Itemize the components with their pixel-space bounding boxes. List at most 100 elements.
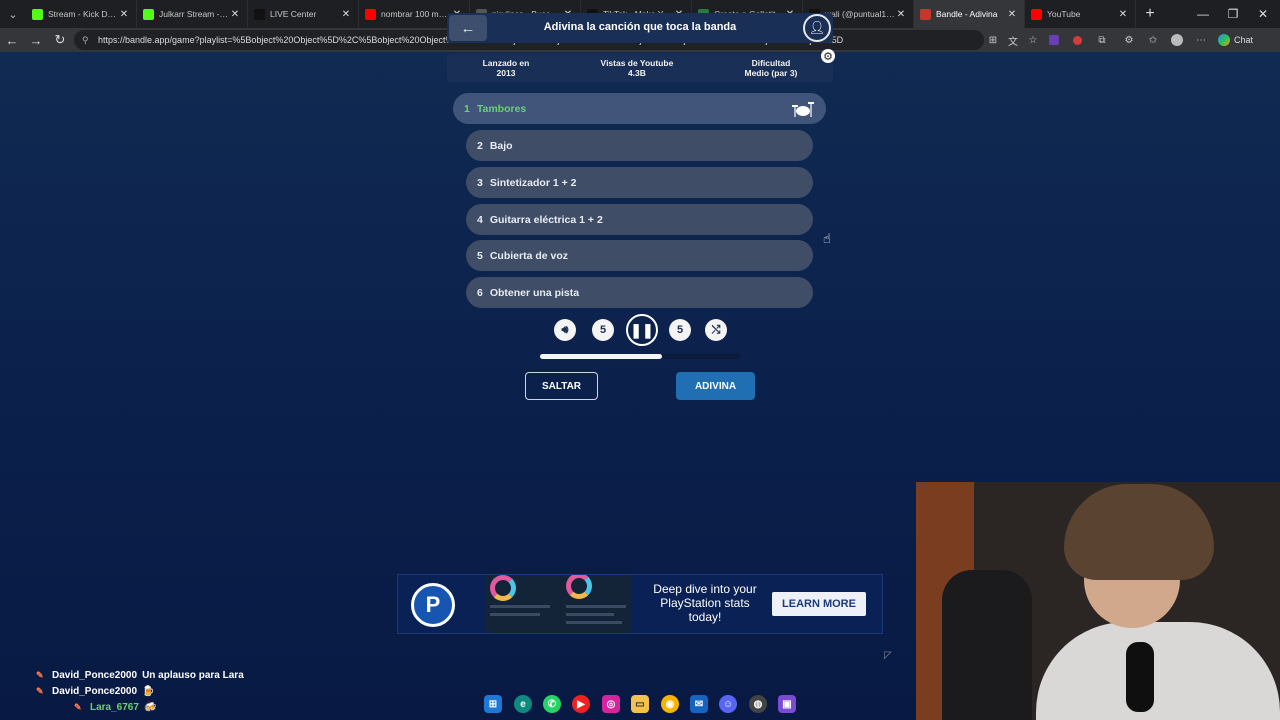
chat-message: ✎ Lara_6767 🍻 bbox=[74, 700, 156, 714]
browser-tab[interactable]: Bandle - Adivina ✕ bbox=[914, 0, 1025, 28]
close-tab-icon[interactable]: ✕ bbox=[895, 9, 907, 20]
track-item-vocal-cover[interactable]: 5 Cubierta de voz bbox=[466, 240, 813, 271]
profile-avatar-icon[interactable] bbox=[1170, 33, 1184, 47]
track-item-synth[interactable]: 3 Sintetizador 1 + 2 bbox=[466, 167, 813, 198]
split-screen-icon[interactable]: ⚙ bbox=[1122, 33, 1136, 47]
bandle-icon bbox=[920, 8, 931, 20]
settings-gear-icon[interactable]: ⚙ bbox=[821, 49, 835, 63]
close-tab-icon[interactable]: ✕ bbox=[118, 9, 130, 20]
youtube-views-info: Vistas de Youtube 4.3B bbox=[601, 58, 674, 78]
skip-button[interactable]: SALTAR bbox=[525, 372, 598, 400]
close-window-icon[interactable]: ✕ bbox=[1248, 0, 1278, 28]
more-options-icon[interactable]: ⋯ bbox=[1194, 33, 1208, 47]
close-tab-icon[interactable]: ✕ bbox=[340, 9, 352, 20]
extension-purple-icon[interactable] bbox=[1047, 33, 1061, 47]
discord-icon[interactable]: ☺ bbox=[719, 695, 737, 713]
forward-5-button[interactable]: 5 bbox=[669, 319, 691, 341]
rewind-5-button[interactable]: 5 bbox=[592, 319, 614, 341]
release-year-info: Lanzado en 2013 bbox=[483, 58, 530, 78]
whatsapp-icon[interactable]: ✆ bbox=[543, 695, 561, 713]
browser-tab[interactable]: YouTube ✕ bbox=[1025, 0, 1136, 28]
browser-tab[interactable]: LIVE Center ✕ bbox=[248, 0, 359, 28]
track-item-drums[interactable]: 1 Tambores bbox=[453, 93, 826, 124]
site-info-icon[interactable]: ⚲ bbox=[82, 35, 92, 46]
back-arrow-button[interactable]: ← bbox=[449, 15, 487, 41]
learn-more-button[interactable]: LEARN MORE bbox=[772, 592, 866, 616]
guess-button[interactable]: ADIVINA bbox=[676, 372, 755, 400]
song-info-bar: Lanzado en 2013 Vistas de Youtube 4.3B D… bbox=[447, 54, 833, 82]
ad-screenshot-image bbox=[486, 575, 632, 633]
close-tab-icon[interactable]: ✕ bbox=[229, 9, 241, 20]
youtube-icon bbox=[365, 8, 376, 20]
media-player-icon[interactable]: ▶ bbox=[572, 695, 590, 713]
difficulty-info: Dificultad Medio (par 3) bbox=[744, 58, 797, 78]
browser-tab-label: Stream - Kick Dashb bbox=[48, 9, 118, 19]
playback-progress-fill bbox=[540, 354, 662, 359]
install-app-icon[interactable]: ⊞ bbox=[986, 33, 1000, 47]
track-number: 6 bbox=[477, 286, 483, 299]
reload-icon[interactable]: ↻ bbox=[48, 28, 72, 52]
youtube-views-value: 4.3B bbox=[627, 68, 646, 78]
page-title: Adivina la canción que toca la banda bbox=[543, 21, 737, 33]
ad-text: Deep dive into your PlayStation stats to… bbox=[653, 582, 757, 624]
shuffle-off-button[interactable]: ⤭ bbox=[705, 319, 727, 341]
chrome-icon[interactable]: ◉ bbox=[661, 695, 679, 713]
difficulty-value: Medio (par 3) bbox=[744, 68, 798, 78]
extensions-icon[interactable]: ⧉ bbox=[1095, 33, 1109, 47]
mouse-cursor-icon: ☝︎ bbox=[823, 231, 831, 246]
forward-icon[interactable]: → bbox=[24, 28, 48, 52]
track-label: Cubierta de voz bbox=[489, 249, 569, 262]
translate-icon[interactable]: 文 bbox=[1006, 33, 1020, 48]
tab-search-icon[interactable]: ⌄ bbox=[0, 0, 26, 28]
bookmark-star-icon[interactable]: ☆ bbox=[1026, 33, 1040, 47]
minimize-icon[interactable]: — bbox=[1188, 0, 1218, 28]
release-year-value: 2013 bbox=[496, 68, 516, 78]
back-icon[interactable]: ← bbox=[0, 28, 24, 52]
kick-icon bbox=[32, 8, 43, 20]
track-label: Obtener una pista bbox=[489, 286, 580, 299]
browser-tab[interactable]: Stream - Kick Dashb✕ bbox=[26, 0, 137, 28]
extension-red-icon[interactable] bbox=[1070, 33, 1084, 47]
close-tab-icon[interactable]: ✕ bbox=[1117, 9, 1129, 20]
copilot-chat-button[interactable]: Chat bbox=[1218, 33, 1262, 47]
game-header: ← Adivina la canción que toca la banda 👤… bbox=[447, 13, 833, 43]
browser-tab-label: Bandle - Adivina bbox=[936, 9, 998, 19]
chat-badge-icon: ✎ bbox=[74, 701, 82, 712]
close-tab-icon[interactable]: ✕ bbox=[1006, 9, 1018, 20]
track-number: 3 bbox=[477, 176, 483, 189]
chat-text: Un aplauso para Lara bbox=[142, 669, 244, 681]
instagram-icon[interactable]: ◎ bbox=[602, 695, 620, 713]
chat-message: ✎ David_Ponce2000 🍺 bbox=[36, 684, 155, 698]
rewind-5-label: 5 bbox=[599, 324, 607, 336]
track-item-electric-guitar[interactable]: 4 Guitarra eléctrica 1 + 2 bbox=[466, 204, 813, 235]
track-item-hint[interactable]: 6 Obtener una pista bbox=[466, 277, 813, 308]
volume-button[interactable]: 🔊︎ bbox=[554, 319, 576, 341]
drum-kit-icon bbox=[792, 102, 814, 117]
browser-tab-label: LIVE Center bbox=[270, 9, 317, 19]
new-tab-button[interactable]: + bbox=[1136, 0, 1164, 28]
user-account-button[interactable]: 👤︎ bbox=[803, 14, 831, 42]
kick-icon bbox=[143, 8, 154, 20]
speaker-icon: 🔊︎ bbox=[561, 323, 569, 336]
pause-button[interactable]: ❚❚ bbox=[626, 314, 658, 346]
track-item-bass[interactable]: 2 Bajo bbox=[466, 130, 813, 161]
track-number: 2 bbox=[477, 139, 483, 152]
twitch-icon[interactable]: ▣ bbox=[778, 695, 796, 713]
windows-start-icon[interactable]: ⊞ bbox=[484, 695, 502, 713]
youtube-icon bbox=[1031, 8, 1042, 20]
edge-browser-icon[interactable]: e bbox=[514, 695, 532, 713]
ad-banner[interactable]: P Deep dive into your PlayStation stats … bbox=[397, 574, 883, 634]
playback-progress-bar[interactable] bbox=[540, 354, 740, 359]
outlook-icon[interactable]: ✉ bbox=[690, 695, 708, 713]
maximize-icon[interactable]: ❐ bbox=[1218, 0, 1248, 28]
track-label: Bajo bbox=[489, 139, 513, 152]
obs-icon[interactable]: ◍ bbox=[749, 695, 767, 713]
favorites-icon[interactable]: ✩ bbox=[1146, 33, 1160, 47]
browser-tab-label: Julkarr Stream - Wa bbox=[159, 9, 229, 19]
ad-info-icon[interactable]: ◸ bbox=[884, 650, 892, 661]
track-label: Tambores bbox=[476, 102, 527, 115]
chat-username: David_Ponce2000 bbox=[52, 685, 138, 697]
browser-tab[interactable]: Julkarr Stream - Wa ✕ bbox=[137, 0, 248, 28]
chat-text: 🍻 bbox=[143, 701, 157, 713]
file-explorer-icon[interactable]: ▭ bbox=[631, 695, 649, 713]
